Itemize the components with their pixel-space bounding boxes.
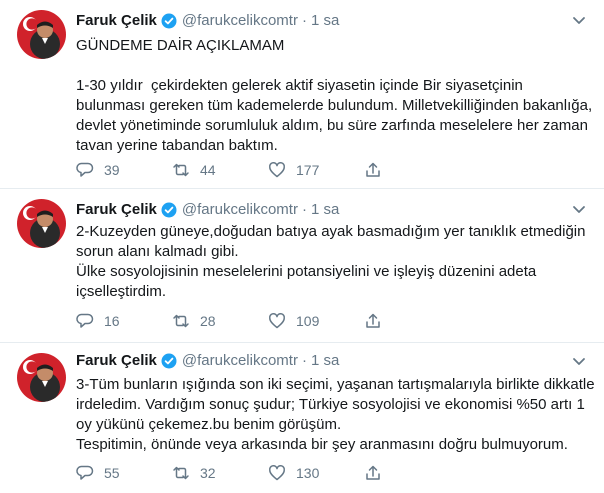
like-count: 109 [296, 313, 320, 329]
like-button[interactable]: 177 [268, 161, 364, 179]
retweet-count: 44 [200, 162, 216, 178]
reply-icon [76, 465, 94, 480]
chevron-down-icon[interactable] [570, 352, 588, 370]
author-name[interactable]: Faruk Çelik [76, 11, 157, 31]
share-button[interactable] [364, 161, 394, 179]
tweet-actions: 39 44 177 [76, 160, 394, 180]
chevron-down-icon[interactable] [570, 200, 588, 218]
author-name[interactable]: Faruk Çelik [76, 200, 157, 220]
retweet-count: 28 [200, 313, 216, 329]
heart-icon [269, 313, 285, 329]
verified-badge-icon [161, 353, 177, 369]
tweet-text: 3-Tüm bunların ışığında son iki seçimi, … [76, 376, 595, 453]
retweet-icon [173, 466, 189, 480]
reply-button[interactable]: 16 [76, 312, 172, 330]
timestamp[interactable]: 1 sa [311, 200, 339, 220]
heart-icon [269, 162, 285, 178]
share-icon [366, 465, 380, 480]
tweet[interactable]: Faruk Çelik @farukcelikcomtr · 1 sa GÜND… [0, 0, 604, 189]
tweet-text: GÜNDEME DAİR AÇIKLAMAM 1-30 yıldır çekir… [76, 37, 593, 154]
retweet-button[interactable]: 44 [172, 161, 268, 179]
author-name[interactable]: Faruk Çelik [76, 351, 157, 371]
heart-icon [269, 465, 285, 481]
retweet-button[interactable]: 32 [172, 464, 268, 482]
reply-icon [76, 162, 94, 177]
share-icon [366, 162, 380, 177]
reply-icon [76, 313, 94, 328]
retweet-count: 32 [200, 465, 216, 481]
reply-count: 16 [104, 313, 120, 329]
avatar[interactable] [17, 10, 66, 59]
timestamp[interactable]: 1 sa [311, 351, 339, 371]
retweet-icon [173, 314, 189, 328]
reply-count: 39 [104, 162, 120, 178]
retweet-icon [173, 163, 189, 177]
tweet-text: 2-Kuzeyden güneye,doğudan batıya ayak ba… [76, 223, 586, 300]
tweet-actions: 16 28 109 [76, 311, 394, 331]
tweet[interactable]: Faruk Çelik @farukcelikcomtr · 1 sa 3-Tü… [0, 343, 604, 493]
tweet-actions: 55 32 130 [76, 463, 394, 483]
author-handle[interactable]: @farukcelikcomtr [182, 200, 298, 220]
like-button[interactable]: 109 [268, 312, 364, 330]
author-handle[interactable]: @farukcelikcomtr [182, 11, 298, 31]
reply-button[interactable]: 39 [76, 161, 172, 179]
timestamp[interactable]: 1 sa [311, 11, 339, 31]
like-button[interactable]: 130 [268, 464, 364, 482]
like-count: 177 [296, 162, 320, 178]
verified-badge-icon [161, 13, 177, 29]
tweet-feed: Faruk Çelik @farukcelikcomtr · 1 sa GÜND… [0, 0, 604, 493]
avatar[interactable] [17, 353, 66, 402]
like-count: 130 [296, 465, 320, 481]
separator-dot: · [301, 201, 307, 218]
avatar[interactable] [17, 199, 66, 248]
retweet-button[interactable]: 28 [172, 312, 268, 330]
share-button[interactable] [364, 312, 394, 330]
verified-badge-icon [161, 202, 177, 218]
separator-dot: · [301, 12, 307, 29]
share-icon [366, 313, 380, 328]
author-handle[interactable]: @farukcelikcomtr [182, 351, 298, 371]
share-button[interactable] [364, 464, 394, 482]
chevron-down-icon[interactable] [570, 11, 588, 29]
reply-button[interactable]: 55 [76, 464, 172, 482]
separator-dot: · [301, 352, 307, 369]
tweet[interactable]: Faruk Çelik @farukcelikcomtr · 1 sa 2-Ku… [0, 189, 604, 343]
reply-count: 55 [104, 465, 120, 481]
